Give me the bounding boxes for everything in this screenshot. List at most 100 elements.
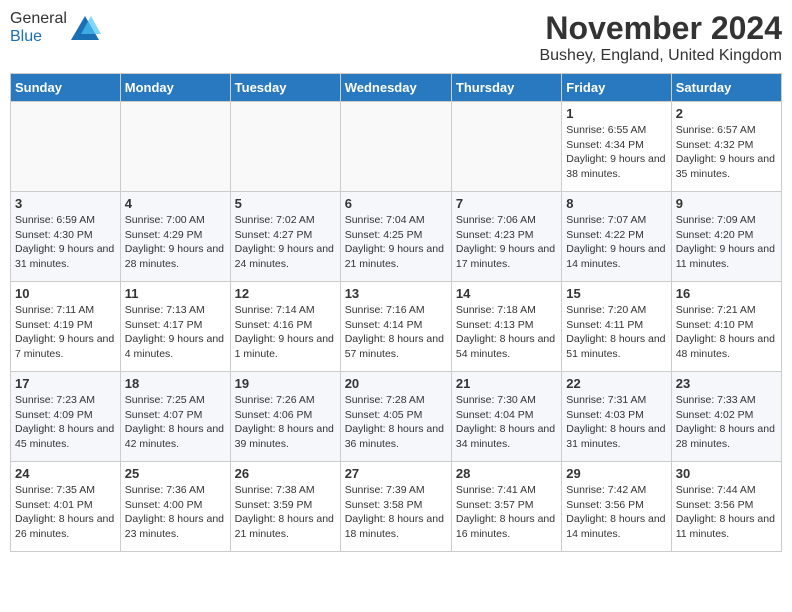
day-info: Sunrise: 7:23 AMSunset: 4:09 PMDaylight:… <box>15 393 116 452</box>
day-number: 16 <box>676 286 777 301</box>
day-info: Sunrise: 7:13 AMSunset: 4:17 PMDaylight:… <box>125 303 226 362</box>
day-number: 17 <box>15 376 116 391</box>
day-number: 15 <box>566 286 666 301</box>
calendar-cell: 5 Sunrise: 7:02 AMSunset: 4:27 PMDaylight… <box>230 192 340 282</box>
calendar-cell <box>120 102 230 192</box>
calendar-header-row: SundayMondayTuesdayWednesdayThursdayFrid… <box>11 74 782 102</box>
logo-blue-text: Blue <box>10 28 42 45</box>
calendar-cell: 7 Sunrise: 7:06 AMSunset: 4:23 PMDaylight… <box>451 192 561 282</box>
calendar-cell: 20 Sunrise: 7:28 AMSunset: 4:05 PMDayligh… <box>340 372 451 462</box>
day-info: Sunrise: 7:42 AMSunset: 3:56 PMDaylight:… <box>566 483 666 542</box>
day-info: Sunrise: 7:18 AMSunset: 4:13 PMDaylight:… <box>456 303 557 362</box>
title-area: November 2024 Bushey, England, United Ki… <box>539 10 782 65</box>
calendar-cell: 14Sunrise: 7:18 AMSunset: 4:13 PMDayligh… <box>451 282 561 372</box>
calendar-cell: 21Sunrise: 7:30 AMSunset: 4:04 PMDayligh… <box>451 372 561 462</box>
day-number: 24 <box>15 466 116 481</box>
day-info: Sunrise: 7:39 AMSunset: 3:58 PMDaylight:… <box>345 483 447 542</box>
calendar-table: SundayMondayTuesdayWednesdayThursdayFrid… <box>10 73 782 552</box>
day-info: Sunrise: 7:06 AMSunset: 4:23 PMDaylight:… <box>456 213 557 272</box>
calendar-cell: 6 Sunrise: 7:04 AMSunset: 4:25 PMDaylight… <box>340 192 451 282</box>
day-number: 8 <box>566 196 666 211</box>
day-number: 5 <box>235 196 336 211</box>
day-info: Sunrise: 7:33 AMSunset: 4:02 PMDaylight:… <box>676 393 777 452</box>
day-number: 20 <box>345 376 447 391</box>
day-number: 27 <box>345 466 447 481</box>
day-info: Sunrise: 7:11 AMSunset: 4:19 PMDaylight:… <box>15 303 116 362</box>
col-header-thursday: Thursday <box>451 74 561 102</box>
calendar-cell <box>230 102 340 192</box>
calendar-cell: 10 Sunrise: 7:11 AMSunset: 4:19 PMDayligh… <box>11 282 121 372</box>
calendar-cell: 28 Sunrise: 7:41 AMSunset: 3:57 PMDayligh… <box>451 462 561 552</box>
day-info: Sunrise: 7:44 AMSunset: 3:56 PMDaylight:… <box>676 483 777 542</box>
day-info: Sunrise: 7:16 AMSunset: 4:14 PMDaylight:… <box>345 303 447 362</box>
day-number: 18 <box>125 376 226 391</box>
calendar-cell: 16Sunrise: 7:21 AMSunset: 4:10 PMDayligh… <box>671 282 781 372</box>
day-number: 1 <box>566 106 666 121</box>
day-number: 13 <box>345 286 447 301</box>
calendar-cell <box>340 102 451 192</box>
day-info: Sunrise: 6:57 AMSunset: 4:32 PMDaylight:… <box>676 123 777 182</box>
col-header-friday: Friday <box>562 74 671 102</box>
day-number: 6 <box>345 196 447 211</box>
day-number: 12 <box>235 286 336 301</box>
day-number: 10 <box>15 286 116 301</box>
calendar-cell: 11 Sunrise: 7:13 AMSunset: 4:17 PMDayligh… <box>120 282 230 372</box>
calendar-cell: 19 Sunrise: 7:26 AMSunset: 4:06 PMDayligh… <box>230 372 340 462</box>
col-header-monday: Monday <box>120 74 230 102</box>
day-info: Sunrise: 7:14 AMSunset: 4:16 PMDaylight:… <box>235 303 336 362</box>
day-info: Sunrise: 7:38 AMSunset: 3:59 PMDaylight:… <box>235 483 336 542</box>
calendar-cell: 9 Sunrise: 7:09 AMSunset: 4:20 PMDaylight… <box>671 192 781 282</box>
calendar-week-row: 3 Sunrise: 6:59 AMSunset: 4:30 PMDaylight… <box>11 192 782 282</box>
calendar-cell: 27 Sunrise: 7:39 AMSunset: 3:58 PMDayligh… <box>340 462 451 552</box>
calendar-cell <box>11 102 121 192</box>
day-number: 2 <box>676 106 777 121</box>
day-number: 19 <box>235 376 336 391</box>
calendar-cell: 2 Sunrise: 6:57 AMSunset: 4:32 PMDaylight… <box>671 102 781 192</box>
calendar-cell: 12 Sunrise: 7:14 AMSunset: 4:16 PMDayligh… <box>230 282 340 372</box>
day-number: 3 <box>15 196 116 211</box>
month-year-title: November 2024 <box>539 10 782 47</box>
day-number: 7 <box>456 196 557 211</box>
day-info: Sunrise: 7:20 AMSunset: 4:11 PMDaylight:… <box>566 303 666 362</box>
calendar-cell: 17 Sunrise: 7:23 AMSunset: 4:09 PMDayligh… <box>11 372 121 462</box>
day-number: 26 <box>235 466 336 481</box>
day-info: Sunrise: 7:28 AMSunset: 4:05 PMDaylight:… <box>345 393 447 452</box>
calendar-cell: 4 Sunrise: 7:00 AMSunset: 4:29 PMDaylight… <box>120 192 230 282</box>
day-info: Sunrise: 7:31 AMSunset: 4:03 PMDaylight:… <box>566 393 666 452</box>
logo-icon <box>69 14 101 42</box>
col-header-wednesday: Wednesday <box>340 74 451 102</box>
day-info: Sunrise: 7:41 AMSunset: 3:57 PMDaylight:… <box>456 483 557 542</box>
day-number: 28 <box>456 466 557 481</box>
day-info: Sunrise: 7:00 AMSunset: 4:29 PMDaylight:… <box>125 213 226 272</box>
day-number: 30 <box>676 466 777 481</box>
day-number: 25 <box>125 466 226 481</box>
page-header: General Blue November 2024 Bushey, Engla… <box>10 10 782 65</box>
day-info: Sunrise: 7:26 AMSunset: 4:06 PMDaylight:… <box>235 393 336 452</box>
calendar-cell: 1Sunrise: 6:55 AMSunset: 4:34 PMDaylight… <box>562 102 671 192</box>
col-header-sunday: Sunday <box>11 74 121 102</box>
col-header-tuesday: Tuesday <box>230 74 340 102</box>
day-number: 9 <box>676 196 777 211</box>
day-number: 4 <box>125 196 226 211</box>
day-info: Sunrise: 7:04 AMSunset: 4:25 PMDaylight:… <box>345 213 447 272</box>
calendar-cell: 23Sunrise: 7:33 AMSunset: 4:02 PMDayligh… <box>671 372 781 462</box>
location-subtitle: Bushey, England, United Kingdom <box>539 47 782 65</box>
calendar-cell: 15 Sunrise: 7:20 AMSunset: 4:11 PMDayligh… <box>562 282 671 372</box>
calendar-cell <box>451 102 561 192</box>
day-number: 11 <box>125 286 226 301</box>
logo-general-text: General <box>10 10 67 27</box>
calendar-cell: 25Sunrise: 7:36 AMSunset: 4:00 PMDayligh… <box>120 462 230 552</box>
day-info: Sunrise: 7:09 AMSunset: 4:20 PMDaylight:… <box>676 213 777 272</box>
day-info: Sunrise: 7:35 AMSunset: 4:01 PMDaylight:… <box>15 483 116 542</box>
day-info: Sunrise: 7:25 AMSunset: 4:07 PMDaylight:… <box>125 393 226 452</box>
calendar-week-row: 17 Sunrise: 7:23 AMSunset: 4:09 PMDayligh… <box>11 372 782 462</box>
calendar-cell: 8Sunrise: 7:07 AMSunset: 4:22 PMDaylight… <box>562 192 671 282</box>
col-header-saturday: Saturday <box>671 74 781 102</box>
calendar-cell: 26 Sunrise: 7:38 AMSunset: 3:59 PMDayligh… <box>230 462 340 552</box>
calendar-cell: 18 Sunrise: 7:25 AMSunset: 4:07 PMDayligh… <box>120 372 230 462</box>
calendar-cell: 22Sunrise: 7:31 AMSunset: 4:03 PMDayligh… <box>562 372 671 462</box>
day-info: Sunrise: 7:02 AMSunset: 4:27 PMDaylight:… <box>235 213 336 272</box>
calendar-cell: 29Sunrise: 7:42 AMSunset: 3:56 PMDayligh… <box>562 462 671 552</box>
calendar-cell: 30 Sunrise: 7:44 AMSunset: 3:56 PMDayligh… <box>671 462 781 552</box>
day-info: Sunrise: 6:59 AMSunset: 4:30 PMDaylight:… <box>15 213 116 272</box>
